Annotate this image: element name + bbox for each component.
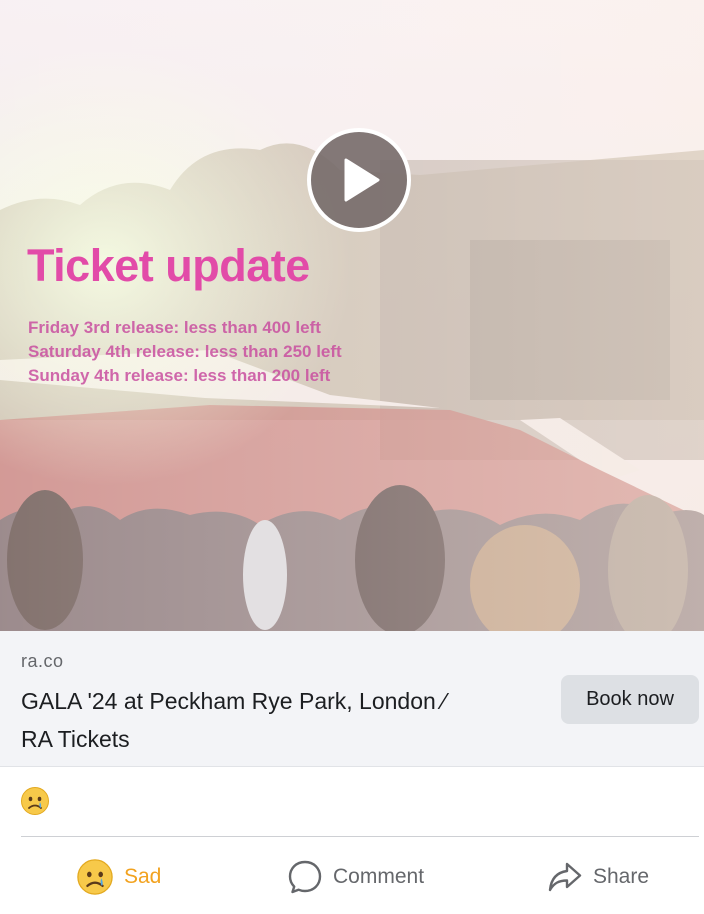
comment-icon: [288, 860, 322, 894]
release-line-saturday: Saturday 4th release: less than 250 left: [28, 342, 342, 361]
sad-reaction-button[interactable]: Sad: [76, 857, 161, 897]
overlay-title: Ticket update: [27, 240, 310, 291]
link-title-line-1: GALA '24 at Peckham Rye Park, London ⁄: [21, 688, 447, 714]
link-title[interactable]: GALA '24 at Peckham Rye Park, London ⁄ R…: [21, 682, 541, 758]
release-list: Friday 3rd release: less than 400 left S…: [28, 316, 342, 388]
comment-label: Comment: [333, 865, 425, 888]
book-now-button[interactable]: Book now: [561, 675, 699, 724]
play-button[interactable]: [307, 128, 411, 232]
release-line-sunday: Sunday 4th release: less than 200 left: [28, 366, 331, 385]
share-label: Share: [593, 865, 650, 888]
sad-label: Sad: [124, 865, 162, 888]
share-button[interactable]: Share: [547, 857, 649, 897]
comment-button[interactable]: Comment: [287, 857, 424, 897]
reactions-summary[interactable]: [20, 786, 50, 818]
link-title-line-2: RA Tickets: [21, 726, 130, 752]
sad-emoji-icon: [21, 787, 49, 815]
release-line-friday: Friday 3rd release: less than 400 left: [28, 318, 321, 337]
link-domain: ra.co: [21, 651, 64, 671]
play-icon: [344, 158, 380, 202]
post-actions-bar: Sad Comment Share: [0, 837, 704, 914]
share-icon: [548, 862, 582, 892]
link-preview-card[interactable]: ra.co GALA '24 at Peckham Rye Park, Lond…: [0, 631, 704, 767]
video-player[interactable]: Ticket update Friday 3rd release: less t…: [0, 0, 704, 631]
sad-emoji-icon: [77, 859, 113, 895]
